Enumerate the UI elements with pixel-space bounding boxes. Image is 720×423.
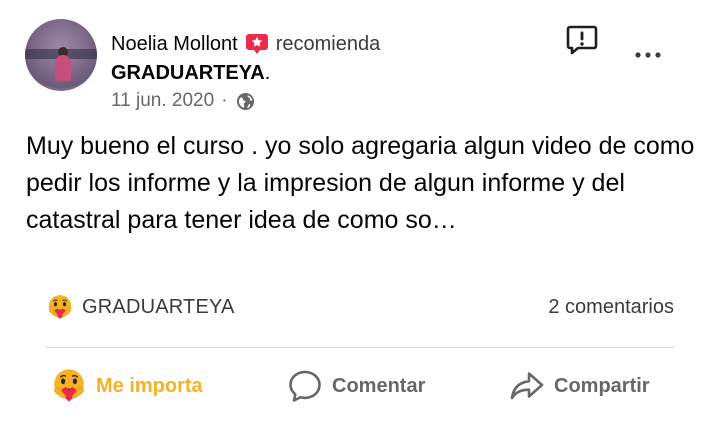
report-button[interactable] xyxy=(564,24,600,60)
post-date[interactable]: 11 jun. 2020 xyxy=(111,90,214,112)
more-options-button[interactable] xyxy=(628,42,668,70)
reactor-name: GRADUARTEYA xyxy=(82,295,235,318)
globe-icon xyxy=(236,92,255,111)
share-label: Compartir xyxy=(554,374,650,397)
reaction-summary[interactable]: GRADUARTEYA xyxy=(46,290,235,324)
recommended-page-name[interactable]: GRADUARTEYA xyxy=(111,62,265,85)
share-arrow-icon xyxy=(508,367,546,405)
meta-separator: · xyxy=(221,90,228,111)
page-name-period: . xyxy=(264,61,271,84)
post-body-text[interactable]: Muy bueno el curso . yo solo agregaria a… xyxy=(26,128,696,239)
care-reaction-icon xyxy=(50,367,88,405)
care-reaction-icon xyxy=(46,293,74,321)
actions-divider xyxy=(46,347,674,348)
post-meta: 11 jun. 2020 · xyxy=(111,89,255,113)
post-stats: GRADUARTEYA 2 comentarios xyxy=(46,290,674,324)
recommend-action-text: recomienda xyxy=(275,32,381,55)
author-avatar[interactable] xyxy=(25,19,97,91)
comment-label: Comentar xyxy=(332,374,426,397)
more-options-icon xyxy=(633,47,663,65)
post-action-bar: Me importa Comentar Compartir xyxy=(46,362,674,410)
author-name[interactable]: Noelia Mollont xyxy=(111,33,238,56)
care-reaction-button[interactable]: Me importa xyxy=(50,362,203,410)
avatar-figure-body xyxy=(55,55,71,81)
report-icon xyxy=(565,23,599,62)
recommended-page-line: GRADUARTEYA. xyxy=(111,60,270,86)
post-card: Noelia Mollont recomienda GRADUARTEYA. 1… xyxy=(0,0,720,423)
comment-button[interactable]: Comentar xyxy=(286,362,425,410)
care-reaction-label: Me importa xyxy=(96,374,203,397)
author-line: Noelia Mollont recomienda xyxy=(111,31,380,57)
comments-count-link[interactable]: 2 comentarios xyxy=(548,290,674,324)
share-button[interactable]: Compartir xyxy=(508,362,650,410)
recommend-badge-icon xyxy=(245,32,269,56)
comment-bubble-icon xyxy=(286,367,324,405)
